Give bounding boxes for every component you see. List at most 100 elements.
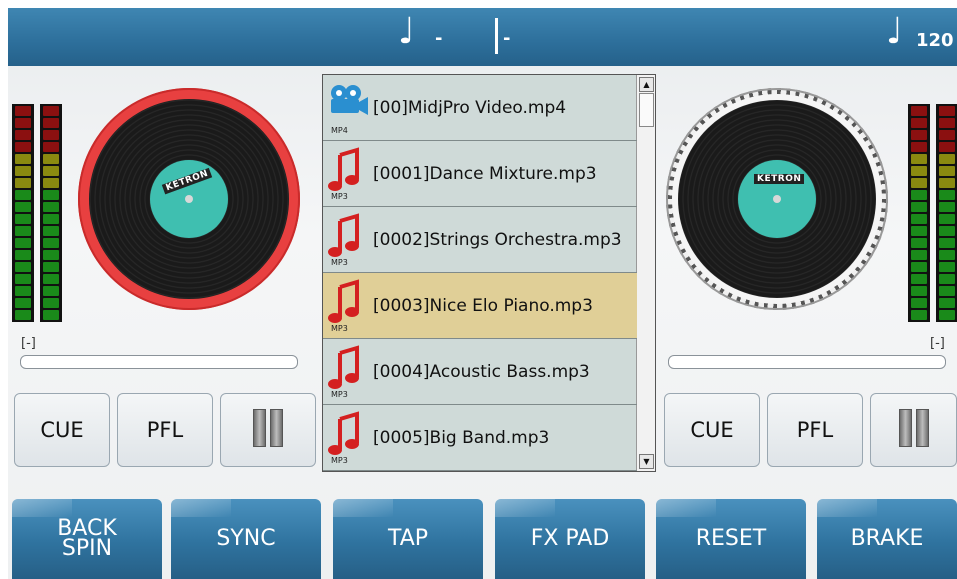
file-type-label: MP3 <box>331 389 348 399</box>
left-deck-bracket-label: [-] <box>21 336 36 351</box>
vu-segment <box>939 190 955 200</box>
vu-segment <box>911 166 927 176</box>
fx-pad-button[interactable]: FX PAD <box>495 499 645 579</box>
music-note-icon: MP3 <box>323 273 373 338</box>
vu-segment <box>939 106 955 116</box>
right-pfl-button[interactable]: PFL <box>767 393 863 467</box>
scroll-thumb[interactable] <box>639 93 654 127</box>
vu-segment <box>939 250 955 260</box>
file-list-item[interactable]: MP3 [0001]Dance Mixture.mp3 <box>323 141 637 207</box>
vu-segment <box>15 178 31 188</box>
video-icon: MP4 <box>323 75 373 140</box>
left-record-label: KETRON <box>150 160 228 238</box>
vu-segment <box>15 142 31 152</box>
vu-segment <box>43 250 59 260</box>
file-type-label: MP3 <box>331 191 348 201</box>
spindle <box>773 195 781 203</box>
vu-segment <box>43 178 59 188</box>
file-list-item[interactable]: MP3 [0005]Big Band.mp3 <box>323 405 637 471</box>
file-name: [0004]Acoustic Bass.mp3 <box>373 361 590 382</box>
vu-segment <box>43 130 59 140</box>
right-pitch-slider[interactable] <box>668 355 946 369</box>
vu-segment <box>43 238 59 248</box>
vu-segment <box>939 166 955 176</box>
vu-segment <box>15 214 31 224</box>
vu-segment <box>911 142 927 152</box>
scroll-down-arrow-icon[interactable]: ▼ <box>639 454 654 469</box>
vu-segment <box>15 190 31 200</box>
left-turntable[interactable]: KETRON <box>78 88 300 310</box>
vu-segment <box>911 130 927 140</box>
left-vu-meter-r <box>40 104 62 322</box>
vu-segment <box>15 166 31 176</box>
left-vu-meter-l <box>12 104 34 322</box>
vu-segment <box>15 274 31 284</box>
vu-segment <box>43 190 59 200</box>
file-list[interactable]: ▲ ▼ MP4 [00]MidjPro Video.mp4 MP3 [0001]Dan… <box>322 74 656 472</box>
back-spin-label: BACK SPIN <box>57 516 117 561</box>
vu-segment <box>939 310 955 320</box>
vu-segment <box>43 106 59 116</box>
quarter-note-icon: ♩ <box>886 11 903 52</box>
vu-segment <box>911 298 927 308</box>
vu-segment <box>43 262 59 272</box>
vu-segment <box>911 118 927 128</box>
vu-segment <box>15 118 31 128</box>
left-deck-tempo-value: - <box>435 28 443 49</box>
vu-segment <box>911 262 927 272</box>
left-pause-button[interactable] <box>220 393 316 467</box>
top-bar: ♩ - - ♩ 120 <box>8 8 957 66</box>
vu-segment <box>911 274 927 284</box>
vu-segment <box>939 298 955 308</box>
vu-segment <box>15 262 31 272</box>
vu-segment <box>15 286 31 296</box>
right-turntable[interactable]: KETRON <box>666 88 888 310</box>
file-list-item[interactable]: MP4 [00]MidjPro Video.mp4 <box>323 75 637 141</box>
brake-button[interactable]: BRAKE <box>817 499 957 579</box>
vu-segment <box>15 310 31 320</box>
music-note-icon: MP3 <box>323 207 373 272</box>
vu-segment <box>911 250 927 260</box>
sync-button[interactable]: SYNC <box>171 499 321 579</box>
file-list-item[interactable]: MP3 [0004]Acoustic Bass.mp3 <box>323 339 637 405</box>
vu-segment <box>939 262 955 272</box>
vu-segment <box>911 286 927 296</box>
music-note-icon: MP3 <box>323 141 373 206</box>
vu-segment <box>15 106 31 116</box>
file-name: [0002]Strings Orchestra.mp3 <box>373 229 622 250</box>
vu-segment <box>911 238 927 248</box>
right-pause-button[interactable] <box>870 393 957 467</box>
vu-segment <box>15 298 31 308</box>
vu-segment <box>15 238 31 248</box>
vu-segment <box>15 154 31 164</box>
file-type-label: MP3 <box>331 455 348 465</box>
vu-segment <box>15 250 31 260</box>
back-spin-button[interactable]: BACK SPIN <box>12 499 162 579</box>
file-name: [0005]Big Band.mp3 <box>373 427 550 448</box>
file-list-item[interactable]: MP3 [0002]Strings Orchestra.mp3 <box>323 207 637 273</box>
vu-segment <box>939 286 955 296</box>
vu-segment <box>43 274 59 284</box>
file-list-scrollbar[interactable]: ▲ ▼ <box>636 75 655 471</box>
left-cue-button[interactable]: CUE <box>14 393 110 467</box>
file-name: [00]MidjPro Video.mp4 <box>373 97 567 118</box>
scroll-up-arrow-icon[interactable]: ▲ <box>639 77 654 92</box>
file-type-label: MP3 <box>331 323 348 333</box>
left-pitch-slider[interactable] <box>20 355 298 369</box>
vu-segment <box>939 238 955 248</box>
file-type-label: MP3 <box>331 257 348 267</box>
right-cue-button[interactable]: CUE <box>664 393 760 467</box>
file-list-item[interactable]: MP3 [0003]Nice Elo Piano.mp3 <box>323 273 637 339</box>
quarter-note-icon: ♩ <box>398 11 415 52</box>
vu-segment <box>43 142 59 152</box>
vu-segment <box>911 106 927 116</box>
vu-segment <box>15 202 31 212</box>
divider <box>495 18 498 54</box>
pause-icon <box>251 408 285 452</box>
reset-button[interactable]: RESET <box>656 499 806 579</box>
vu-segment <box>911 226 927 236</box>
right-record-label: KETRON <box>738 160 816 238</box>
tap-button[interactable]: TAP <box>333 499 483 579</box>
left-pfl-button[interactable]: PFL <box>117 393 213 467</box>
file-name: [0001]Dance Mixture.mp3 <box>373 163 597 184</box>
